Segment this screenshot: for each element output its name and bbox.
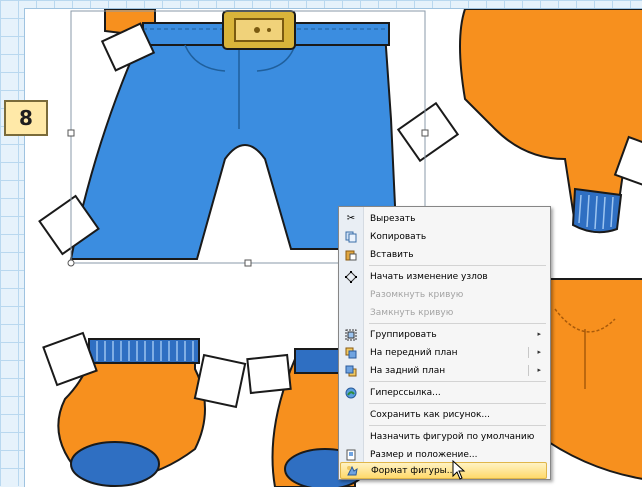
step-number-badge: 8 [4,100,48,136]
menu-item-save-as-picture[interactable]: Сохранить как рисунок... [340,406,547,423]
paste-icon [340,246,362,263]
menu-item-copy[interactable]: Копировать [340,228,547,245]
menu-item-format-shape[interactable]: Формат фигуры... [340,462,547,479]
size-position-icon [340,446,362,463]
format-shape-icon [341,462,363,479]
menu-item-hyperlink[interactable]: Гиперссылка... [340,384,547,401]
menu-item-close-path[interactable]: Замкнуть кривую [340,304,547,321]
menu-separator [369,323,546,324]
mouse-cursor-icon [452,460,466,480]
menu-item-cut[interactable]: ✂ Вырезать [340,210,547,227]
paper-tab[interactable] [195,355,245,407]
send-back-icon [340,362,362,379]
menu-separator [369,425,546,426]
edit-points-icon [340,268,362,285]
menu-separator [369,403,546,404]
orange-sweater-shape[interactable] [460,9,642,232]
menu-item-group[interactable]: Группировать ▸ [340,326,547,343]
context-menu: ✂ Вырезать Копировать Вставить Начать из… [338,206,551,480]
submenu-arrow-icon: ▸ [537,326,541,343]
copy-icon [340,228,362,245]
submenu-arrow-icon: ▸ [537,362,541,379]
submenu-arrow-icon: ▸ [537,344,541,361]
hyperlink-icon [340,384,362,401]
menu-item-send-to-back[interactable]: На задний план ▸ [340,362,547,379]
menu-item-edit-points[interactable]: Начать изменение узлов [340,268,547,285]
belt-buckle[interactable] [223,11,295,49]
menu-item-open-path[interactable]: Разомкнуть кривую [340,286,547,303]
scissors-icon: ✂ [340,210,362,227]
menu-item-set-default-shape[interactable]: Назначить фигурой по умолчанию [340,428,547,445]
bring-front-icon [340,344,362,361]
menu-separator [369,381,546,382]
group-icon [340,326,362,343]
paper-tab[interactable] [247,355,290,393]
menu-item-bring-to-front[interactable]: На передний план ▸ [340,344,547,361]
menu-separator [369,265,546,266]
menu-item-paste[interactable]: Вставить [340,246,547,263]
menu-item-size-position[interactable]: Размер и положение... [340,446,547,463]
